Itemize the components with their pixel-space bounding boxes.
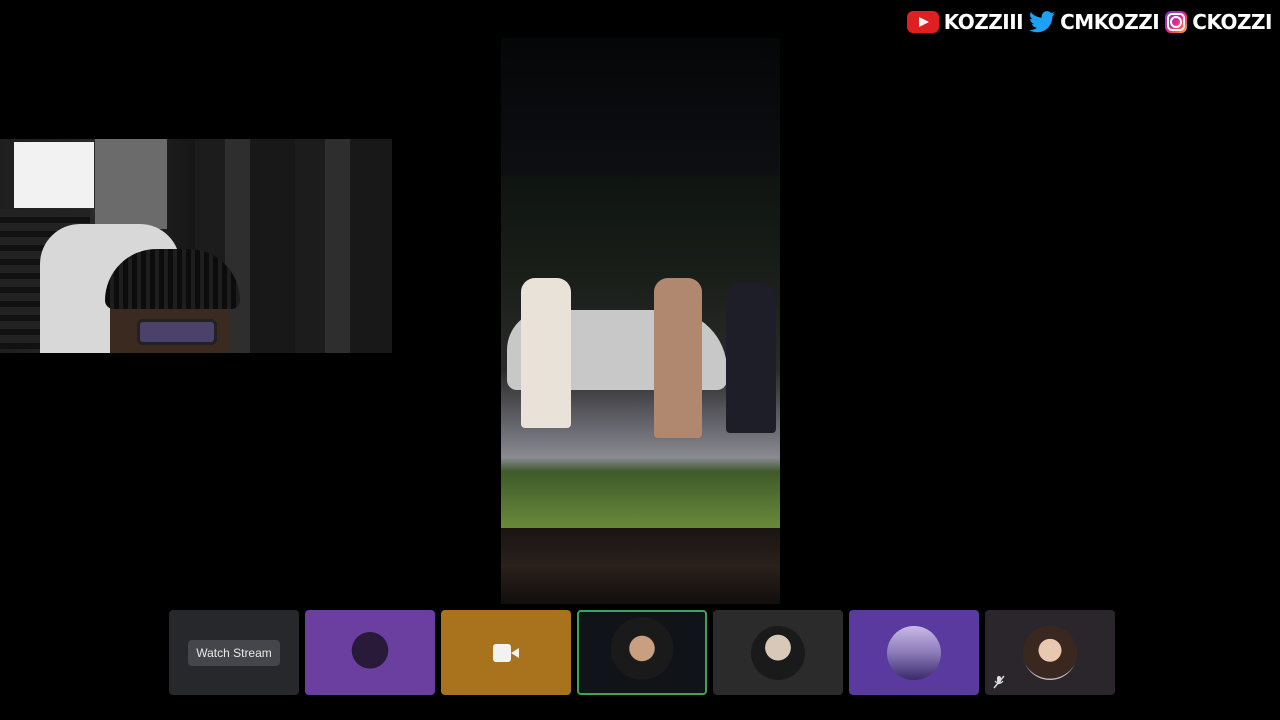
participant-video bbox=[579, 612, 705, 693]
youtube-handle: KOZZIII bbox=[943, 10, 1024, 34]
watch-stream-button[interactable]: Watch Stream bbox=[188, 639, 280, 666]
shared-stream-video[interactable] bbox=[501, 38, 780, 604]
video-letterbox-bottom bbox=[501, 528, 780, 604]
camera-icon bbox=[493, 643, 519, 662]
streamer-glasses bbox=[137, 319, 217, 345]
video-figure-center bbox=[654, 278, 702, 438]
participant-strip: Watch Stream bbox=[169, 610, 1115, 695]
suit-avatar bbox=[751, 625, 805, 680]
instagram-icon bbox=[1165, 11, 1188, 33]
participant-tile-woman[interactable] bbox=[985, 610, 1115, 695]
wall-panel bbox=[14, 142, 94, 208]
participant-tile-moon[interactable] bbox=[849, 610, 979, 695]
participant-tile-speaking[interactable] bbox=[577, 610, 707, 695]
video-figure-right bbox=[726, 283, 776, 433]
youtube-icon bbox=[906, 11, 939, 33]
social-instagram: CKOZZI bbox=[1165, 10, 1272, 34]
wall-poster bbox=[95, 139, 167, 229]
streamer-webcam bbox=[0, 139, 392, 353]
video-figure-left bbox=[521, 278, 571, 428]
moon-avatar bbox=[887, 625, 941, 680]
participant-tile-suit[interactable] bbox=[713, 610, 843, 695]
twitter-icon bbox=[1029, 11, 1056, 33]
participant-tile-creature[interactable] bbox=[305, 610, 435, 695]
participant-tile-camera[interactable] bbox=[441, 610, 571, 695]
video-letterbox-top bbox=[501, 38, 780, 176]
participant-tile-stream-preview[interactable]: Watch Stream bbox=[169, 610, 299, 695]
instagram-handle: CKOZZI bbox=[1192, 10, 1272, 34]
mic-muted-icon bbox=[993, 675, 1005, 689]
call-stage: KOZZIII CMKOZZI CKOZZI Watch Stream bbox=[0, 0, 1280, 720]
social-youtube: KOZZIII bbox=[906, 10, 1024, 34]
twitter-handle: CMKOZZI bbox=[1060, 10, 1160, 34]
social-handles: KOZZIII CMKOZZI CKOZZI bbox=[906, 10, 1272, 34]
woman-avatar bbox=[1023, 625, 1077, 680]
social-twitter: CMKOZZI bbox=[1029, 10, 1160, 34]
creature-avatar bbox=[343, 625, 397, 680]
